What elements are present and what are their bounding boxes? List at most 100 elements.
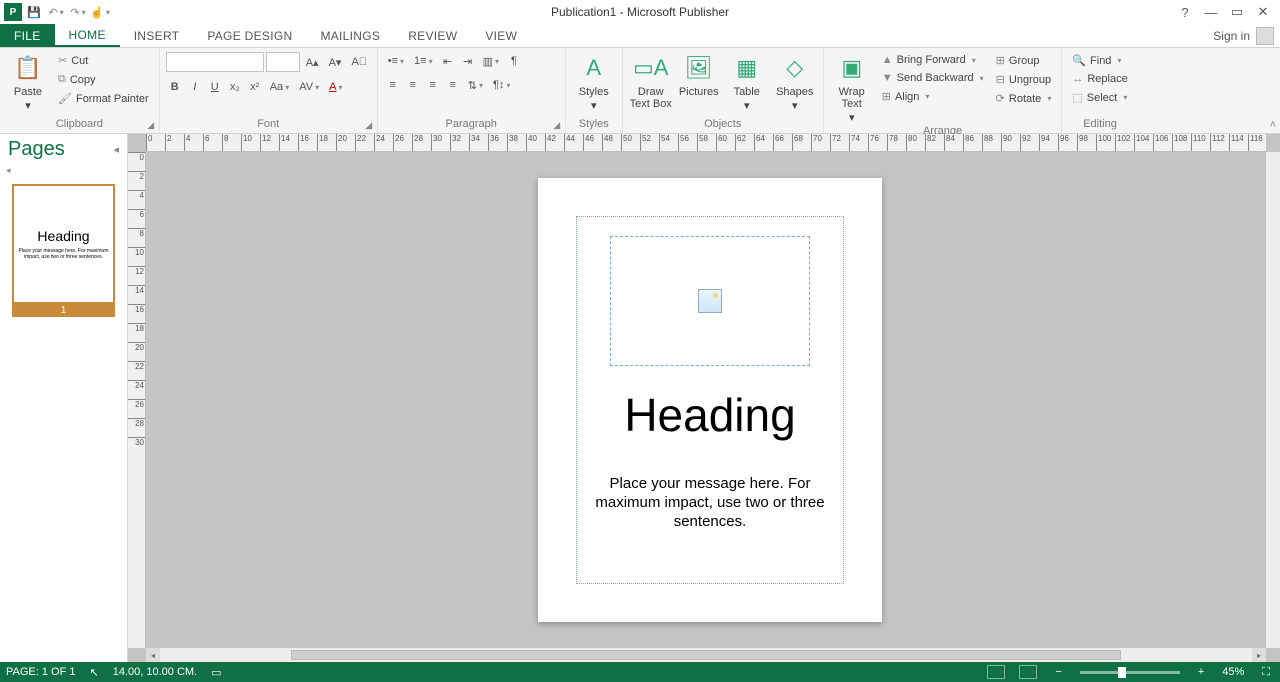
group-button[interactable]: ⊞Group xyxy=(992,52,1056,69)
clear-format-button[interactable]: A⃥ xyxy=(347,53,371,71)
scrollbar-horizontal[interactable]: ◂ ▸ xyxy=(146,648,1266,662)
status-coords: 14.00, 10.00 CM. xyxy=(113,666,197,678)
shapes-dropdown-icon[interactable]: ▾ xyxy=(792,100,798,112)
bold-button[interactable]: B xyxy=(166,78,184,96)
sign-in-link[interactable]: Sign in xyxy=(1207,24,1280,47)
superscript-button[interactable]: x² xyxy=(246,78,264,96)
undo-button[interactable]: ↶ xyxy=(46,2,66,22)
close-icon[interactable]: ✕ xyxy=(1254,3,1272,21)
status-page[interactable]: PAGE: 1 OF 1 xyxy=(6,666,76,678)
table-button[interactable]: ▦Table▾ xyxy=(725,50,769,112)
pictures-button[interactable]: 🖼Pictures xyxy=(677,50,721,98)
subscript-button[interactable]: x₂ xyxy=(226,78,244,96)
paragraph-launcher-icon[interactable]: ◢ xyxy=(551,119,563,131)
document-body-text[interactable]: Place your message here. For maximum imp… xyxy=(578,474,842,531)
italic-button[interactable]: I xyxy=(186,78,204,96)
zoom-level[interactable]: 45% xyxy=(1222,666,1244,678)
zoom-in-button[interactable]: + xyxy=(1194,666,1208,678)
pages-collapse-icon[interactable]: ◂ xyxy=(113,143,119,156)
char-spacing-button[interactable]: AV xyxy=(295,78,323,96)
clipboard-launcher-icon[interactable]: ◢ xyxy=(145,119,157,131)
pictures-label: Pictures xyxy=(679,86,719,98)
pilcrow-button[interactable]: ¶ xyxy=(505,52,523,70)
align-center-button[interactable]: ≡ xyxy=(404,76,422,94)
columns-button[interactable]: ▥ xyxy=(479,52,503,70)
scissors-icon: ✂ xyxy=(58,54,67,67)
wrap-text-button[interactable]: ▣Wrap Text▾ xyxy=(830,50,874,124)
tab-view[interactable]: VIEW xyxy=(471,24,531,47)
draw-text-box-button[interactable]: ▭ADraw Text Box xyxy=(629,50,673,110)
styles-button[interactable]: A Styles ▾ xyxy=(572,50,616,112)
font-launcher-icon[interactable]: ◢ xyxy=(363,119,375,131)
touch-mode-button[interactable]: ☝ xyxy=(90,2,110,22)
zoom-slider[interactable] xyxy=(1080,671,1180,674)
shrink-font-button[interactable]: A▾ xyxy=(325,53,346,71)
justify-button[interactable]: ≡ xyxy=(444,76,462,94)
decrease-indent-button[interactable]: ⇤ xyxy=(439,52,457,70)
table-icon: ▦ xyxy=(731,52,763,84)
save-icon[interactable]: 💾 xyxy=(24,2,44,22)
tab-file[interactable]: FILE xyxy=(0,24,55,47)
fit-page-icon[interactable]: ⛶ xyxy=(1258,666,1274,679)
help-icon[interactable]: ? xyxy=(1176,3,1194,21)
change-case-button[interactable]: Aa xyxy=(266,78,293,96)
font-name-input[interactable] xyxy=(166,52,264,72)
font-size-input[interactable] xyxy=(266,52,300,72)
publication-page[interactable]: Heading Place your message here. For max… xyxy=(538,178,882,622)
line-spacing-button[interactable]: ⇅ xyxy=(464,76,487,94)
zoom-out-button[interactable]: − xyxy=(1051,666,1065,678)
canvas[interactable]: ▸ 02468101214161820222426283032343638404… xyxy=(128,134,1280,662)
app-icon: P xyxy=(4,3,22,21)
page-thumbnail[interactable]: Heading Place your message here. For max… xyxy=(0,176,127,325)
tab-insert[interactable]: INSERT xyxy=(120,24,194,47)
document-heading[interactable]: Heading xyxy=(538,388,882,442)
group-icon: ⊞ xyxy=(996,54,1005,67)
tab-mailings[interactable]: MAILINGS xyxy=(306,24,394,47)
scroll-left-icon[interactable]: ◂ xyxy=(146,648,160,662)
styles-label: Styles xyxy=(579,86,609,98)
cut-button[interactable]: ✂Cut xyxy=(54,52,153,69)
shapes-button[interactable]: ◇Shapes▾ xyxy=(773,50,817,112)
bring-forward-button[interactable]: ▲Bring Forward xyxy=(878,52,988,68)
align-right-button[interactable]: ≡ xyxy=(424,76,442,94)
picture-placeholder[interactable] xyxy=(610,236,810,366)
maximize-icon[interactable]: ▭ xyxy=(1228,3,1246,21)
paste-button[interactable]: 📋 Paste ▾ xyxy=(6,50,50,112)
paste-dropdown-icon[interactable]: ▾ xyxy=(25,100,31,112)
align-button[interactable]: ⊞Align xyxy=(878,88,988,105)
replace-button[interactable]: ↔Replace xyxy=(1068,71,1131,87)
tab-home[interactable]: HOME xyxy=(55,24,120,47)
scrollbar-vertical[interactable] xyxy=(1266,152,1280,648)
wrap-text-icon: ▣ xyxy=(836,52,868,84)
paragraph-spacing-button[interactable]: ¶↕ xyxy=(489,76,514,94)
underline-button[interactable]: U xyxy=(206,78,224,96)
zoom-knob[interactable] xyxy=(1118,667,1126,678)
scroll-right-icon[interactable]: ▸ xyxy=(1252,648,1266,662)
view-single-button[interactable] xyxy=(987,665,1005,679)
rotate-button[interactable]: ⟳Rotate xyxy=(992,90,1056,107)
increase-indent-button[interactable]: ⇥ xyxy=(459,52,477,70)
tab-review[interactable]: REVIEW xyxy=(394,24,471,47)
minimize-icon[interactable]: — xyxy=(1202,3,1220,21)
grow-font-button[interactable]: A▴ xyxy=(302,53,323,71)
scroll-track[interactable] xyxy=(160,648,1252,662)
send-backward-button[interactable]: ▼Send Backward xyxy=(878,70,988,86)
ungroup-button[interactable]: ⊟Ungroup xyxy=(992,71,1056,88)
tab-page-design[interactable]: PAGE DESIGN xyxy=(193,24,306,47)
scroll-thumb[interactable] xyxy=(291,650,1121,660)
select-button[interactable]: ⬚Select xyxy=(1068,89,1131,106)
align-left-button[interactable]: ≡ xyxy=(384,76,402,94)
font-color-button[interactable]: A xyxy=(325,78,346,96)
thumb-nav-left-icon[interactable]: ◂ xyxy=(0,165,127,176)
bullets-button[interactable]: •≡ xyxy=(384,52,408,70)
redo-button[interactable]: ↷ xyxy=(68,2,88,22)
wrap-dropdown-icon[interactable]: ▾ xyxy=(849,112,855,124)
find-button[interactable]: 🔍Find xyxy=(1068,52,1131,69)
styles-dropdown-icon[interactable]: ▾ xyxy=(591,100,597,112)
view-two-page-button[interactable] xyxy=(1019,665,1037,679)
numbering-button[interactable]: 1≡ xyxy=(410,52,437,70)
collapse-ribbon-icon[interactable]: ˄ xyxy=(1270,119,1276,131)
format-painter-button[interactable]: 🖌Format Painter xyxy=(54,90,153,107)
table-dropdown-icon[interactable]: ▾ xyxy=(744,100,750,112)
copy-button[interactable]: ⧉Copy xyxy=(54,71,153,88)
